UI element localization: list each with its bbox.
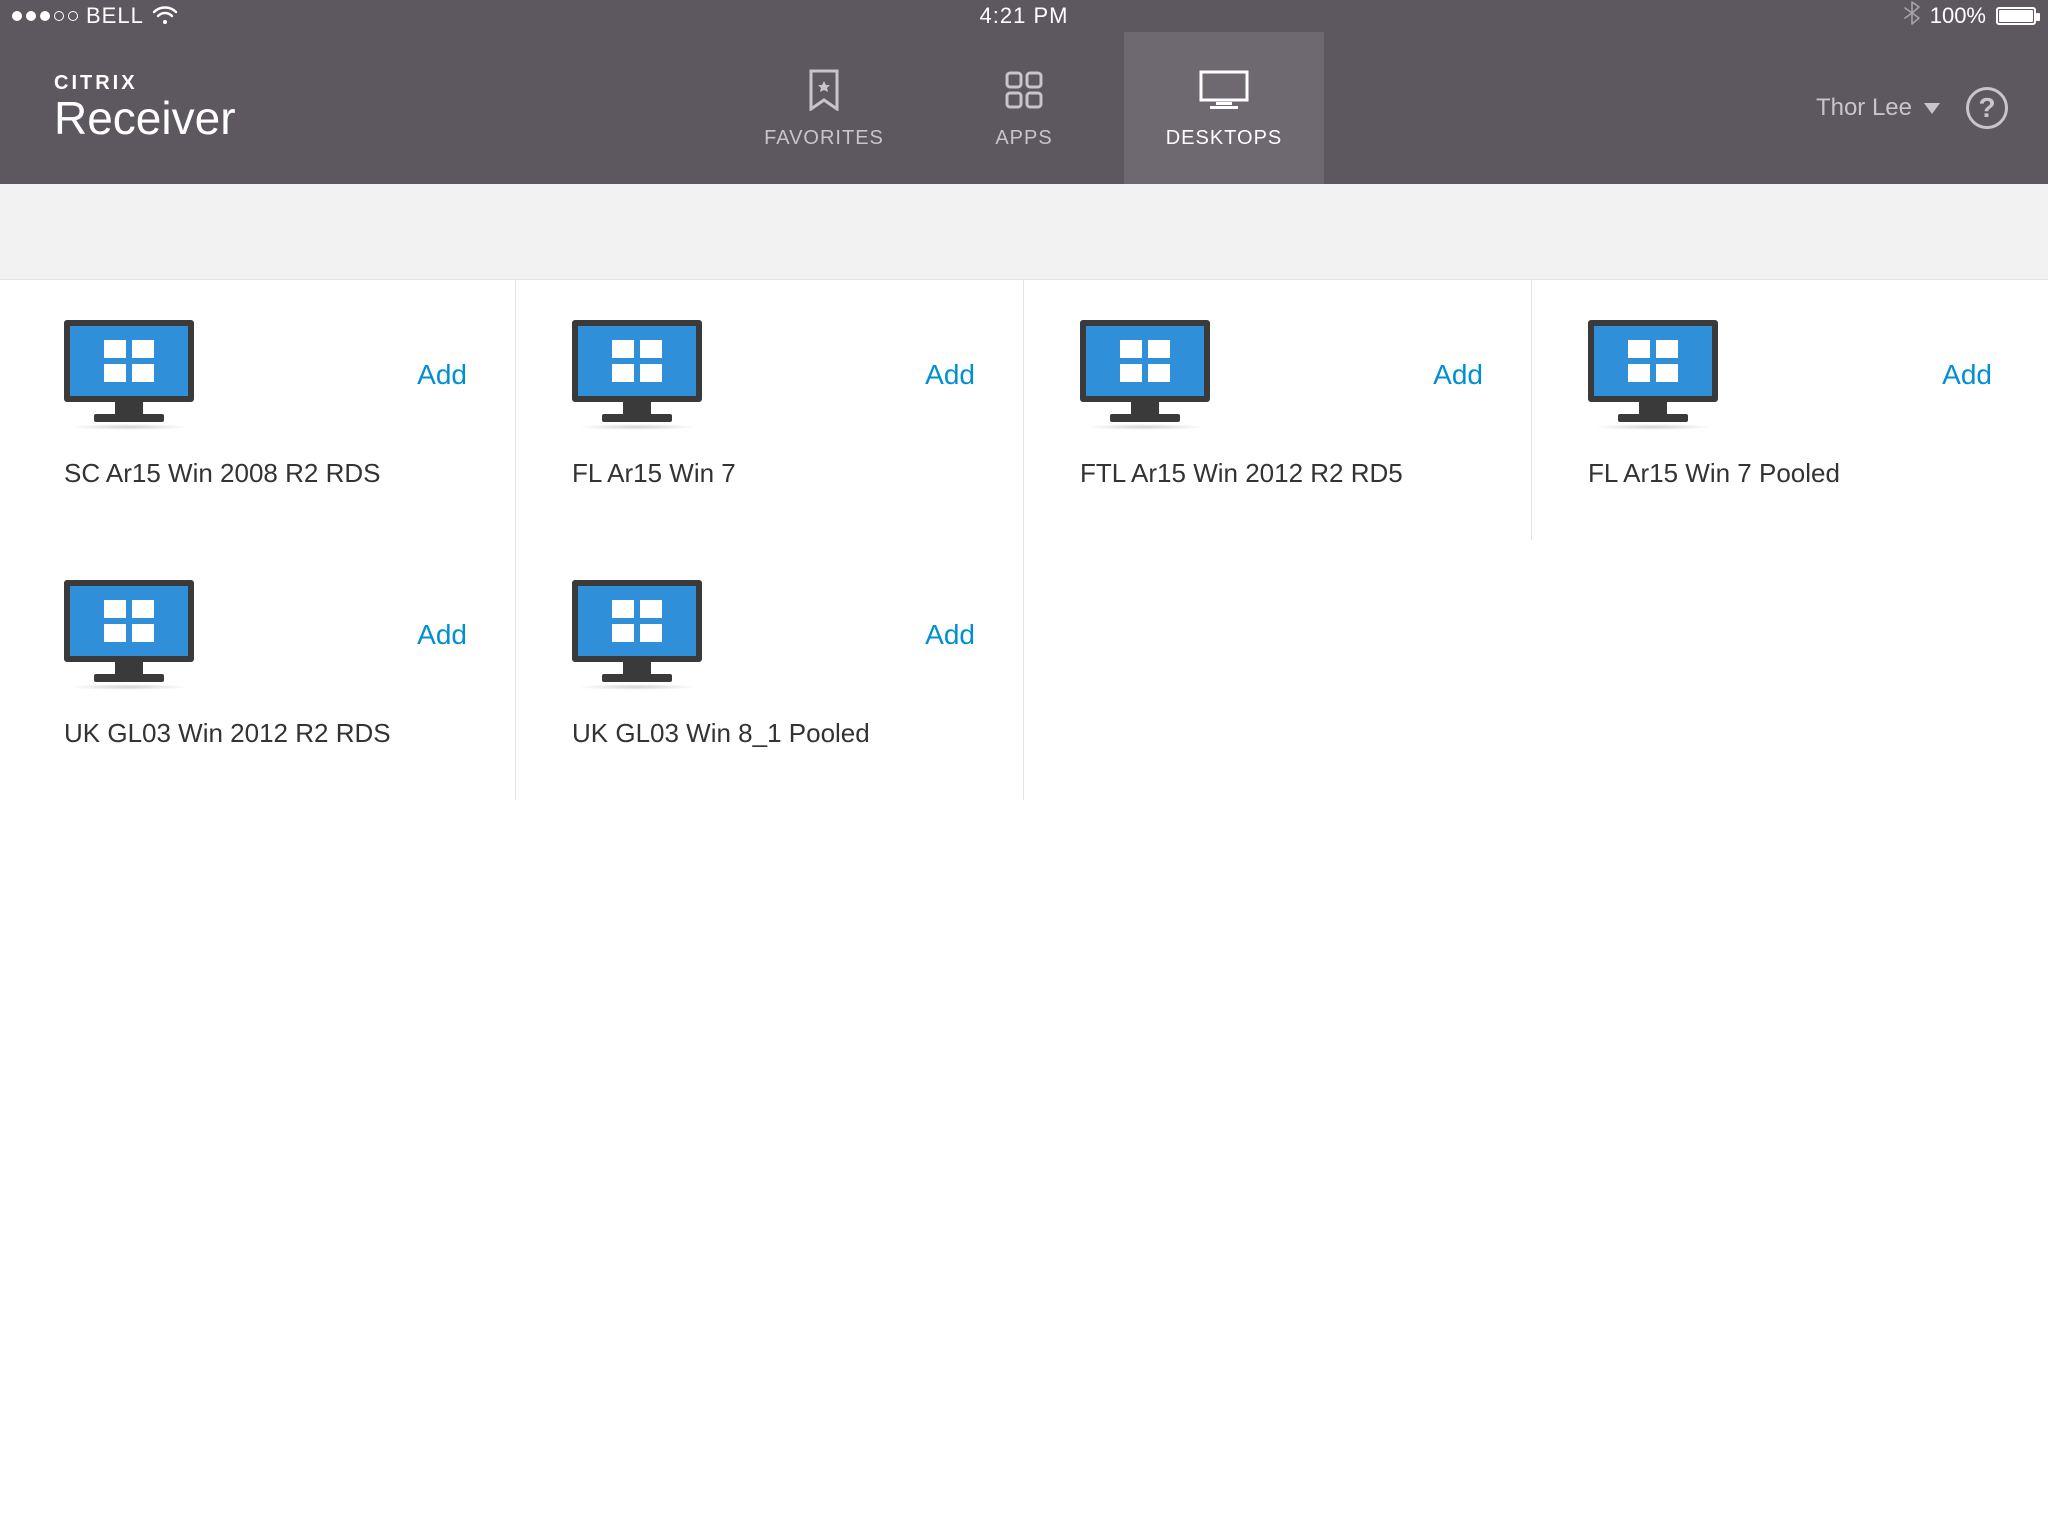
help-button[interactable]: ? [1966, 87, 2008, 129]
tab-favorites[interactable]: FAVORITES [724, 32, 924, 184]
desktop-launch-button[interactable] [64, 580, 194, 690]
desktop-name: UK GL03 Win 2012 R2 RDS [64, 718, 467, 749]
status-left: BELL [12, 3, 178, 29]
desktop-tile: Add FTL Ar15 Win 2012 R2 RD5 [1024, 280, 1532, 540]
desktop-tile: Add FL Ar15 Win 7 Pooled [1532, 280, 2040, 540]
clock: 4:21 PM [980, 3, 1069, 29]
desktop-tile: Add UK GL03 Win 2012 R2 RDS [8, 540, 516, 800]
add-button[interactable]: Add [417, 359, 467, 391]
desktop-icon [1198, 67, 1250, 113]
desktop-tile: Add SC Ar15 Win 2008 R2 RDS [8, 280, 516, 540]
add-button[interactable]: Add [925, 619, 975, 651]
bookmark-icon [807, 67, 841, 113]
battery-icon [1996, 7, 2036, 25]
status-bar: BELL 4:21 PM 100% [0, 0, 2048, 32]
desktop-tile: Add UK GL03 Win 8_1 Pooled [516, 540, 1024, 800]
apps-icon [1004, 67, 1044, 113]
subheader [0, 184, 2048, 280]
chevron-down-icon [1924, 103, 1940, 114]
bluetooth-icon [1904, 1, 1920, 31]
add-button[interactable]: Add [1942, 359, 1992, 391]
desktop-name: UK GL03 Win 8_1 Pooled [572, 718, 975, 749]
desktop-tile: Add FL Ar15 Win 7 [516, 280, 1024, 540]
desktops-grid: Add SC Ar15 Win 2008 R2 RDS Add FL Ar15 … [0, 280, 2048, 800]
empty-cell [1532, 540, 2040, 800]
add-button[interactable]: Add [417, 619, 467, 651]
empty-cell [1024, 540, 1532, 800]
user-menu[interactable]: Thor Lee [1816, 94, 1940, 122]
add-button[interactable]: Add [925, 359, 975, 391]
wifi-icon [152, 6, 178, 26]
tab-apps[interactable]: APPS [924, 32, 1124, 184]
status-right: 100% [1904, 1, 2036, 31]
desktop-launch-button[interactable] [1080, 320, 1210, 430]
desktop-name: SC Ar15 Win 2008 R2 RDS [64, 458, 467, 489]
header-right: Thor Lee ? [1816, 32, 2048, 184]
carrier-label: BELL [86, 3, 144, 29]
signal-strength-icon [12, 11, 78, 21]
help-glyph: ? [1978, 92, 1995, 124]
desktop-name: FTL Ar15 Win 2012 R2 RD5 [1080, 458, 1483, 489]
desktop-name: FL Ar15 Win 7 [572, 458, 975, 489]
nav-tabs: FAVORITES APPS DESKTOPS [724, 32, 1324, 184]
user-name: Thor Lee [1816, 94, 1912, 122]
tab-desktops[interactable]: DESKTOPS [1124, 32, 1324, 184]
battery-percent: 100% [1930, 3, 1986, 29]
tab-desktops-label: DESKTOPS [1166, 127, 1283, 150]
tab-favorites-label: FAVORITES [764, 127, 884, 150]
brand: CITRIX Receiver [0, 32, 236, 184]
brand-line2: Receiver [54, 91, 236, 145]
desktop-launch-button[interactable] [1588, 320, 1718, 430]
desktop-name: FL Ar15 Win 7 Pooled [1588, 458, 1992, 489]
desktop-launch-button[interactable] [572, 320, 702, 430]
add-button[interactable]: Add [1433, 359, 1483, 391]
app-header: CITRIX Receiver FAVORITES APPS [0, 32, 2048, 184]
desktop-launch-button[interactable] [572, 580, 702, 690]
desktop-launch-button[interactable] [64, 320, 194, 430]
tab-apps-label: APPS [995, 127, 1052, 150]
